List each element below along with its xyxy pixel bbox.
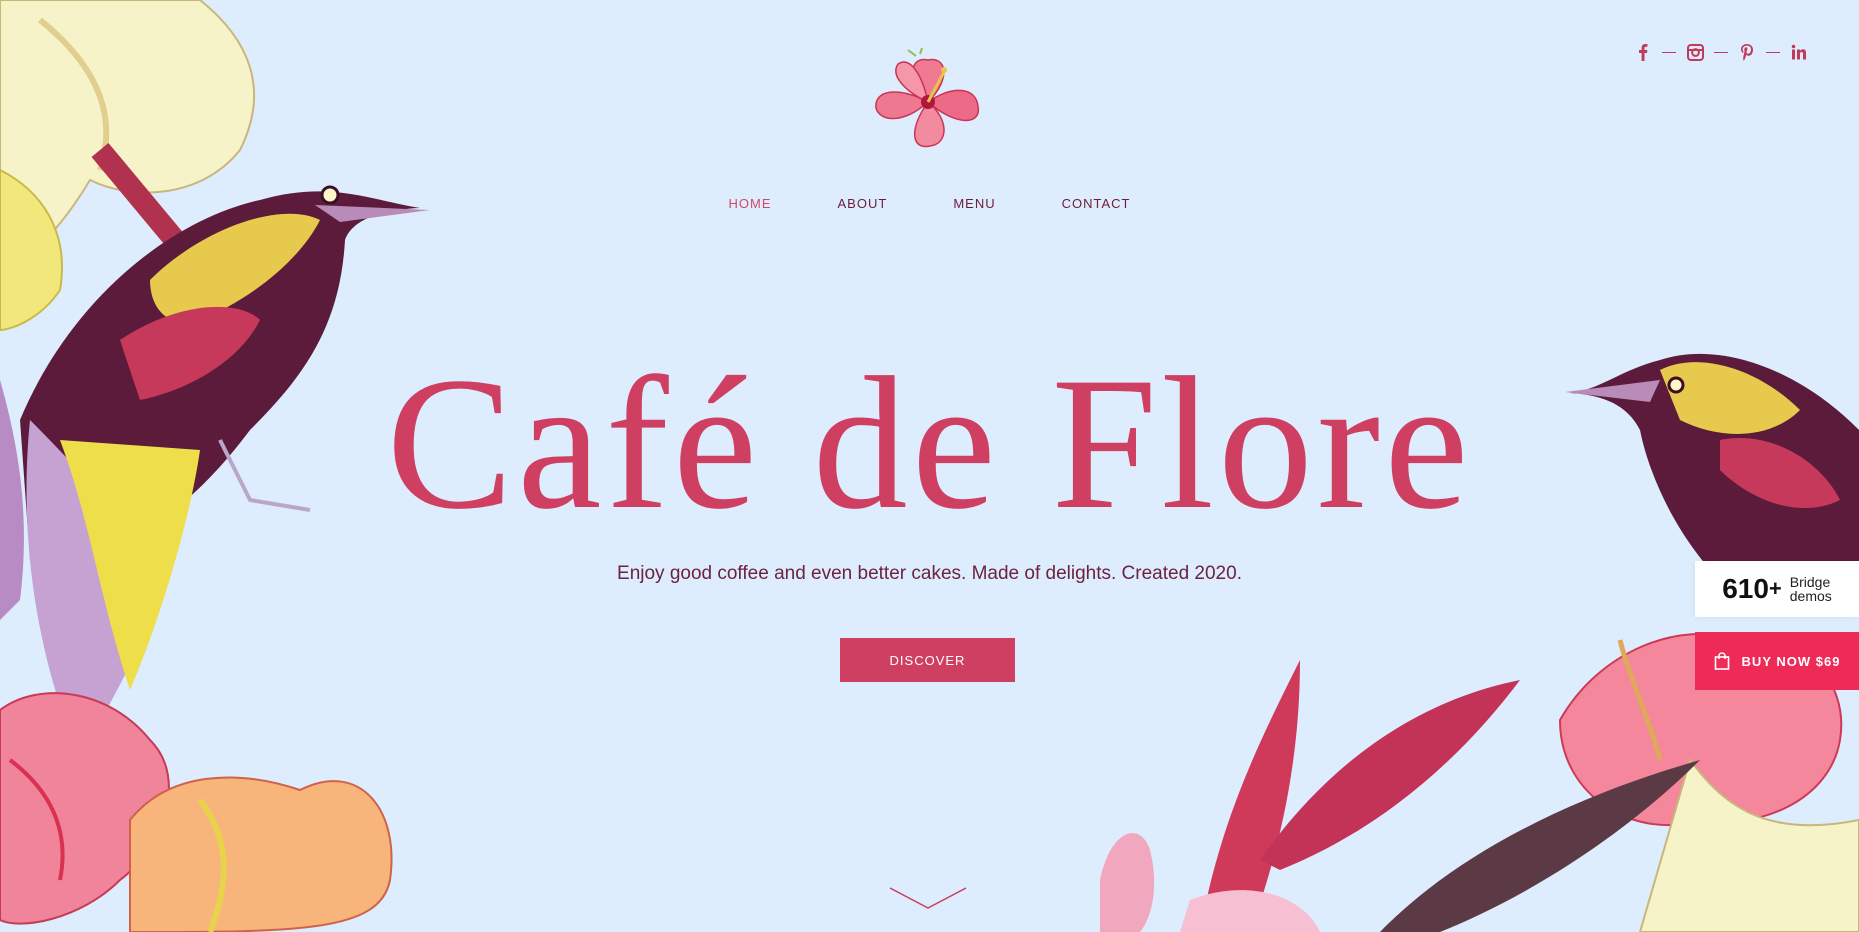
shopping-bag-icon: [1714, 652, 1730, 670]
demos-label-line1: Bridge: [1789, 574, 1831, 590]
hero-section: HOME ABOUT MENU CONTACT Café de Flore En…: [0, 0, 1859, 932]
hero-subtitle: Enjoy good coffee and even better cakes.…: [617, 563, 1242, 584]
separator: [1714, 51, 1728, 53]
hero-title: Café de Flore: [386, 339, 1473, 549]
demos-plus: +: [1768, 576, 1782, 601]
nav-item-menu[interactable]: MENU: [953, 196, 995, 211]
pinterest-icon[interactable]: [1738, 42, 1756, 62]
nav-item-about[interactable]: ABOUT: [838, 196, 888, 211]
hibiscus-logo[interactable]: [866, 48, 990, 156]
linkedin-icon[interactable]: [1790, 42, 1808, 62]
main-nav: HOME ABOUT MENU CONTACT: [0, 196, 1859, 211]
demos-badge[interactable]: 610 + Bridge demos: [1695, 561, 1859, 617]
instagram-icon[interactable]: [1686, 42, 1704, 62]
orchid-top-left: [0, 0, 255, 332]
buy-now-label: BUY NOW $69: [1741, 653, 1841, 669]
separator: [1662, 51, 1676, 53]
facebook-icon[interactable]: [1634, 42, 1652, 62]
buy-now-button[interactable]: BUY NOW $69: [1695, 632, 1859, 690]
discover-button[interactable]: DISCOVER: [840, 638, 1015, 682]
demos-label: Bridge demos: [1790, 575, 1832, 603]
demos-label-line2: demos: [1789, 588, 1832, 604]
demos-count: 610: [1722, 573, 1769, 604]
hibiscus-bottom-left: [0, 692, 393, 932]
chevron-down-icon[interactable]: [888, 886, 968, 912]
nav-item-home[interactable]: HOME: [729, 196, 772, 211]
nav-item-contact[interactable]: CONTACT: [1062, 196, 1131, 211]
separator: [1766, 51, 1780, 53]
social-links: [1634, 42, 1808, 62]
